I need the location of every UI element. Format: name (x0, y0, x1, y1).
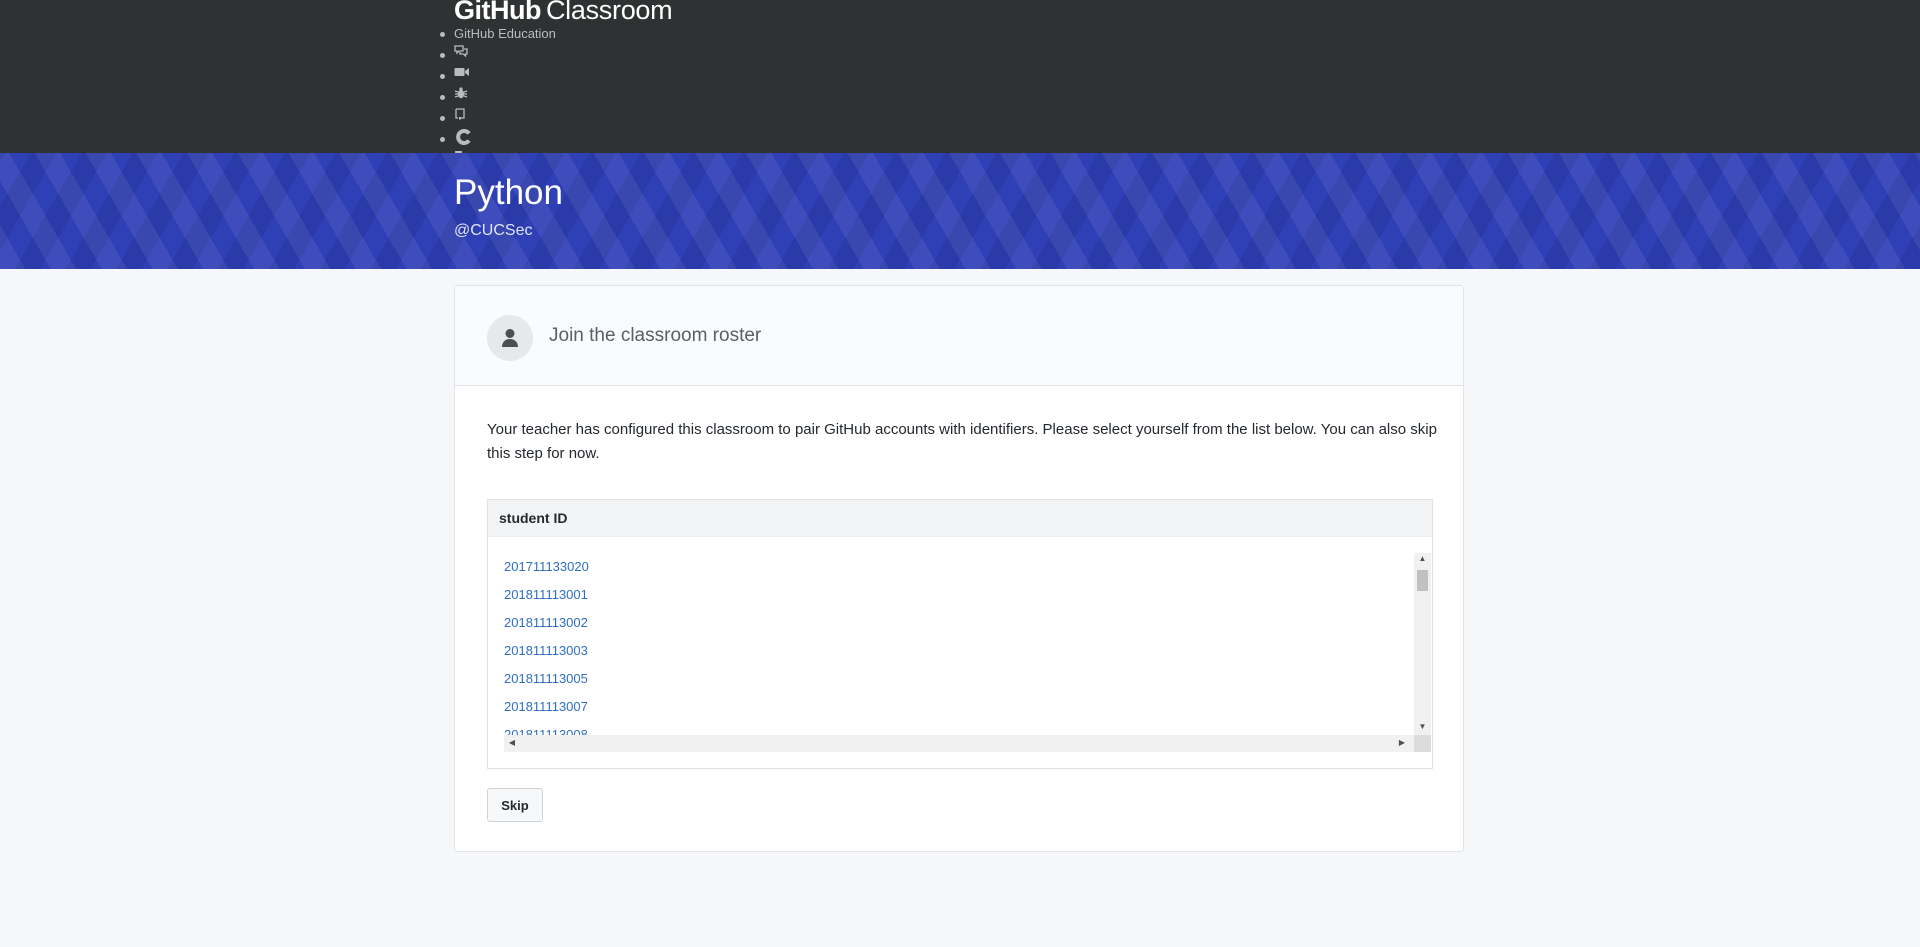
scroll-left-icon[interactable]: ◀ (506, 737, 518, 749)
nav-item-github-education[interactable]: GitHub Education (440, 25, 556, 42)
comment-discussion-icon[interactable] (454, 45, 468, 57)
top-navigation-bar: GitHub Classroom GitHub Education (0, 0, 1920, 163)
list-item: 201811113003 (504, 637, 1414, 665)
scroll-down-icon[interactable]: ▼ (1414, 721, 1431, 733)
scroll-right-icon[interactable]: ▶ (1396, 737, 1408, 749)
bug-icon[interactable] (454, 87, 468, 99)
vertical-scrollbar[interactable]: ▲ ▼ (1414, 553, 1431, 735)
vertical-scroll-thumb[interactable] (1417, 570, 1428, 591)
person-icon (502, 329, 518, 347)
student-id-link[interactable]: 201811113002 (504, 615, 588, 630)
video-icon[interactable] (454, 66, 470, 78)
list-item: 201711133020 (504, 553, 1414, 581)
student-roster-box: student ID 201711133020 201811113001 20181… (487, 499, 1433, 769)
panel-header: Join the classroom roster (455, 286, 1463, 386)
panel-title: Join the classroom roster (549, 325, 762, 346)
scrollbar-corner (1414, 735, 1431, 752)
organization-name: @CUCSec (454, 222, 533, 239)
classroom-title: Python (454, 173, 563, 212)
list-item: 201811113001 (504, 581, 1414, 609)
nav-item-bug[interactable] (440, 87, 556, 105)
student-id-link[interactable]: 201811113003 (504, 643, 588, 658)
list-item: 201811113002 (504, 609, 1414, 637)
roster-column-header: student ID (488, 500, 1432, 537)
nav-item-repo[interactable] (440, 108, 556, 126)
join-roster-panel: Join the classroom roster Your teacher h… (454, 285, 1464, 852)
list-item: 201811113007 (504, 693, 1414, 721)
student-id-link[interactable]: 201711133020 (504, 559, 589, 574)
scroll-up-icon[interactable]: ▲ (1414, 553, 1431, 565)
student-id-link[interactable]: 201811113005 (504, 671, 588, 686)
repo-icon[interactable] (454, 108, 466, 120)
student-id-link[interactable]: 201811113007 (504, 699, 588, 714)
classroom-banner: Python @CUCSec (0, 153, 1920, 269)
horizontal-scrollbar[interactable]: ◀ ▶ (504, 735, 1414, 752)
list-item: 201811113005 (504, 665, 1414, 693)
skip-button[interactable]: Skip (487, 788, 543, 822)
roster-description: Your teacher has configured this classro… (487, 421, 1437, 462)
student-list: 201711133020 201811113001 201811113002 2018… (504, 553, 1414, 742)
nav-item-discussion[interactable] (440, 45, 556, 63)
github-education-link[interactable]: GitHub Education (454, 26, 556, 41)
classroom-logo-icon[interactable] (454, 129, 474, 145)
nav-item-video[interactable] (440, 66, 556, 84)
nav-item-classroom[interactable] (440, 129, 556, 147)
header-nav-list: GitHub Education (440, 25, 556, 168)
student-id-list[interactable]: 201711133020 201811113001 201811113002 2018… (504, 553, 1414, 742)
student-id-link[interactable]: 201811113001 (504, 587, 588, 602)
avatar (487, 315, 533, 361)
github-classroom-logo[interactable]: GitHub Classroom (454, 0, 673, 24)
